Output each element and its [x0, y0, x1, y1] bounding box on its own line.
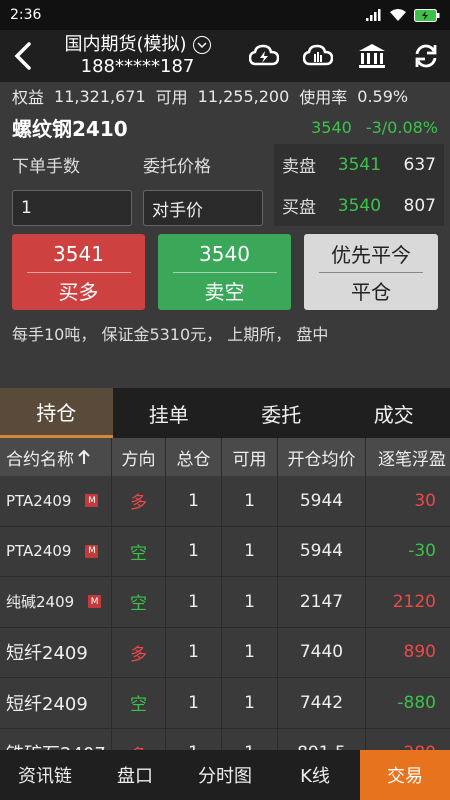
position-tabs: 持仓 挂单 委托 成交: [0, 388, 450, 438]
status-time: 2:36: [10, 7, 42, 23]
cloud-upload-icon[interactable]: [302, 36, 334, 76]
header-pnl: 逐笔浮盈: [378, 449, 446, 470]
available-label: 可用: [155, 88, 188, 107]
nav-kline[interactable]: K线: [270, 750, 360, 800]
ask-qty: 637: [403, 154, 436, 175]
back-button[interactable]: [6, 36, 40, 76]
main-contract-badge: M: [88, 595, 102, 609]
bank-icon[interactable]: [356, 36, 388, 76]
nav-quote[interactable]: 盘口: [90, 750, 180, 800]
battery-icon: [414, 8, 440, 22]
table-row[interactable]: 纯碱2409 M 空 1 1 2147 2120: [0, 577, 450, 628]
status-bar: 2:36: [0, 0, 450, 30]
contract-change: -3/0.08%: [365, 117, 438, 137]
usage-value: 0.59%: [357, 86, 409, 106]
header-total: 总仓: [166, 438, 222, 476]
table-row[interactable]: PTA2409 M 多 1 1 5944 30: [0, 476, 450, 527]
cloud-download-icon[interactable]: [248, 36, 280, 76]
bid-price: 3540: [337, 195, 382, 216]
buy-label: 买多: [58, 280, 99, 304]
tab-pending[interactable]: 挂单: [113, 388, 226, 438]
header-direction: 方向: [112, 438, 166, 476]
bottom-nav: 资讯链 盘口 分时图 K线 交易: [0, 750, 450, 800]
close-position-button[interactable]: 优先平今 平仓: [304, 234, 438, 310]
order-book: 卖盘 3541 637 买盘 3540 807: [274, 144, 444, 226]
available-value: 11,255,200: [197, 86, 290, 106]
contract-name[interactable]: 螺纹钢2410: [12, 113, 311, 142]
price-input[interactable]: 对手价: [143, 190, 263, 226]
refresh-icon[interactable]: [410, 36, 442, 76]
sell-short-button[interactable]: 3540 卖空: [158, 234, 291, 310]
qty-label: 下单手数: [12, 157, 80, 177]
price-label: 委托价格: [143, 157, 211, 177]
sell-price: 3540: [199, 241, 250, 266]
top-bar: 国内期货(模拟) 188*****187: [0, 30, 450, 82]
ask-label: 卖盘: [282, 157, 316, 177]
sell-label: 卖空: [204, 280, 245, 304]
table-row[interactable]: 铁矿石2407 多 1 1 891.5 280: [0, 728, 450, 750]
buy-price: 3541: [53, 241, 104, 266]
contract-price: 3540: [311, 117, 352, 137]
trade-buttons: 3541 买多 3540 卖空 优先平今 平仓: [0, 234, 450, 318]
header-available: 可用: [222, 438, 278, 476]
nav-trade[interactable]: 交易: [360, 750, 450, 800]
signal-icon: [366, 9, 382, 21]
nav-intraday[interactable]: 分时图: [180, 750, 270, 800]
buy-long-button[interactable]: 3541 买多: [12, 234, 145, 310]
table-row[interactable]: 短纤2409 空 1 1 7442 -880: [0, 678, 450, 729]
main-contract-badge: M: [85, 494, 99, 508]
ask-row[interactable]: 卖盘 3541 637: [274, 144, 444, 185]
ask-price: 3541: [337, 154, 382, 175]
nav-news[interactable]: 资讯链: [0, 750, 90, 800]
equity-value: 11,321,671: [54, 86, 146, 106]
tab-trades[interactable]: 成交: [338, 388, 450, 438]
contract-info: 每手10吨， 保证金5310元， 上期所， 盘中: [12, 325, 329, 344]
chevron-down-icon: [192, 36, 211, 54]
table-row[interactable]: 短纤2409 多 1 1 7440 890: [0, 627, 450, 678]
main-contract-badge: M: [85, 544, 99, 558]
page-title: 国内期货(模拟): [64, 34, 187, 55]
header-contract[interactable]: 合约名称: [0, 438, 112, 476]
tab-positions[interactable]: 持仓: [0, 388, 113, 438]
close-priority: 优先平今: [331, 243, 411, 267]
bid-qty: 807: [403, 195, 436, 216]
usage-label: 使用率: [299, 88, 348, 107]
positions-table: PTA2409 M 多 1 1 5944 30 PTA2409 M 空 1 1 59…: [0, 476, 450, 750]
order-area: 下单手数 委托价格 1 对手价 卖盘 3541 637 买盘 3540 807: [0, 144, 450, 234]
table-header: 合约名称 方向 总仓 可用 开仓均价 逐笔浮盈: [0, 438, 450, 476]
wifi-icon: [390, 9, 406, 21]
table-row[interactable]: PTA2409 M 空 1 1 5944 -30: [0, 526, 450, 577]
sort-up-icon: [78, 449, 90, 464]
bid-row[interactable]: 买盘 3540 807: [274, 185, 444, 226]
header-avg-price: 开仓均价: [278, 438, 366, 476]
back-arrow-icon: [14, 42, 31, 70]
close-label: 平仓: [351, 280, 391, 304]
equity-label: 权益: [12, 88, 45, 107]
tab-orders[interactable]: 委托: [225, 388, 338, 438]
account-selector[interactable]: 国内期货(模拟) 188*****187: [50, 34, 225, 78]
contract-header[interactable]: 螺纹钢2410 3540 -3/0.08%: [0, 110, 450, 144]
account-number: 188*****187: [80, 56, 195, 77]
account-summary: 权益 11,321,671 可用 11,255,200 使用率 0.59%: [0, 82, 450, 110]
qty-input[interactable]: 1: [12, 190, 132, 226]
bid-label: 买盘: [282, 198, 316, 218]
